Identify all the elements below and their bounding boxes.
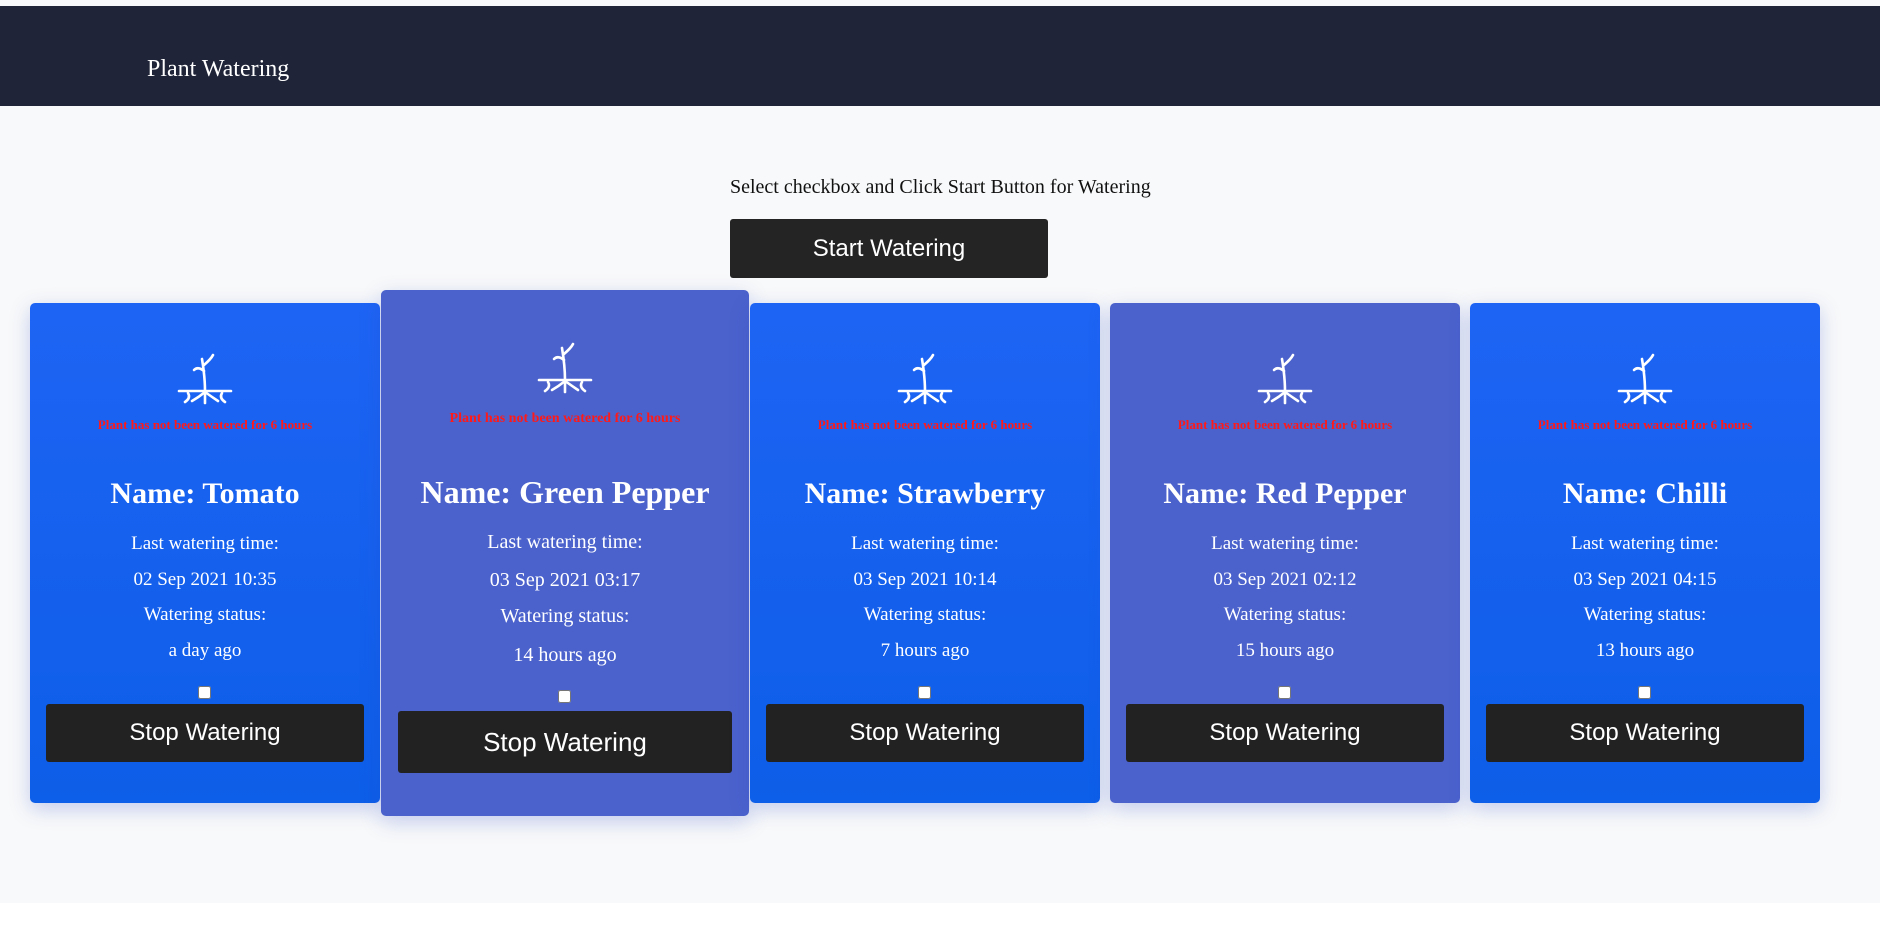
plant-name: Name: Tomato [110,477,300,510]
plant-card-tomato: Plant has not been watered for 6 hours N… [30,303,380,803]
plant-sprout-icon [1617,353,1673,405]
watering-warning: Plant has not been watered for 6 hours [817,417,1033,432]
navbar: Plant Watering [0,6,1880,106]
watering-status-label: Watering status: [863,604,987,625]
stop-watering-button[interactable]: Stop Watering [1126,704,1444,762]
watering-warning: Plant has not been watered for 6 hours [449,411,681,426]
app-frame: Plant Watering Select checkbox and Click… [0,0,1880,903]
plant-card-red-pepper: Plant has not been watered for 6 hours N… [1110,303,1460,803]
watering-status-value: a day ago [168,640,242,661]
plant-name: Name: Red Pepper [1163,477,1407,510]
instruction-text: Select checkbox and Click Start Button f… [730,176,1151,198]
plant-card-strawberry: Plant has not been watered for 6 hours N… [750,303,1100,803]
last-watering-time: 03 Sep 2021 03:17 [489,569,641,591]
plant-select-checkbox[interactable] [918,686,931,699]
plant-sprout-icon [177,353,233,405]
plant-name: Name: Green Pepper [420,474,710,510]
plant-card-green-pepper: Plant has not been watered for 6 hours N… [381,290,749,816]
plant-select-checkbox[interactable] [1638,686,1651,699]
watering-status-value: 14 hours ago [513,644,617,666]
last-watering-time: 03 Sep 2021 02:12 [1213,569,1357,590]
watering-warning: Plant has not been watered for 6 hours [97,417,313,432]
last-watering-label: Last watering time: [1571,533,1719,554]
last-watering-label: Last watering time: [131,533,279,554]
plant-sprout-icon [537,342,593,394]
watering-status-label: Watering status: [143,604,267,625]
watering-status-label: Watering status: [500,605,630,627]
plant-select-checkbox[interactable] [558,690,571,703]
plant-name: Name: Strawberry [804,477,1046,510]
start-watering-button[interactable]: Start Watering [730,219,1048,278]
last-watering-time: 03 Sep 2021 10:14 [853,569,997,590]
last-watering-label: Last watering time: [851,533,999,554]
stop-watering-button[interactable]: Stop Watering [46,704,364,762]
last-watering-label: Last watering time: [1211,533,1359,554]
plant-sprout-icon [897,353,953,405]
last-watering-time: 02 Sep 2021 10:35 [133,569,277,590]
stop-watering-button[interactable]: Stop Watering [398,711,732,773]
watering-status-label: Watering status: [1583,604,1707,625]
plant-select-checkbox[interactable] [198,686,211,699]
watering-status-value: 7 hours ago [880,640,970,661]
plant-name: Name: Chilli [1562,477,1728,510]
watering-warning: Plant has not been watered for 6 hours [1177,417,1393,432]
plant-select-checkbox[interactable] [1278,686,1291,699]
stop-watering-button[interactable]: Stop Watering [1486,704,1804,762]
watering-warning: Plant has not been watered for 6 hours [1537,417,1753,432]
watering-status-value: 15 hours ago [1235,640,1335,661]
navbar-brand[interactable]: Plant Watering [147,54,289,84]
watering-status-label: Watering status: [1223,604,1347,625]
watering-status-value: 13 hours ago [1595,640,1695,661]
stop-watering-button[interactable]: Stop Watering [766,704,1084,762]
last-watering-time: 03 Sep 2021 04:15 [1573,569,1717,590]
plant-sprout-icon [1257,353,1313,405]
last-watering-label: Last watering time: [487,531,643,553]
plant-card-chilli: Plant has not been watered for 6 hours N… [1470,303,1820,803]
